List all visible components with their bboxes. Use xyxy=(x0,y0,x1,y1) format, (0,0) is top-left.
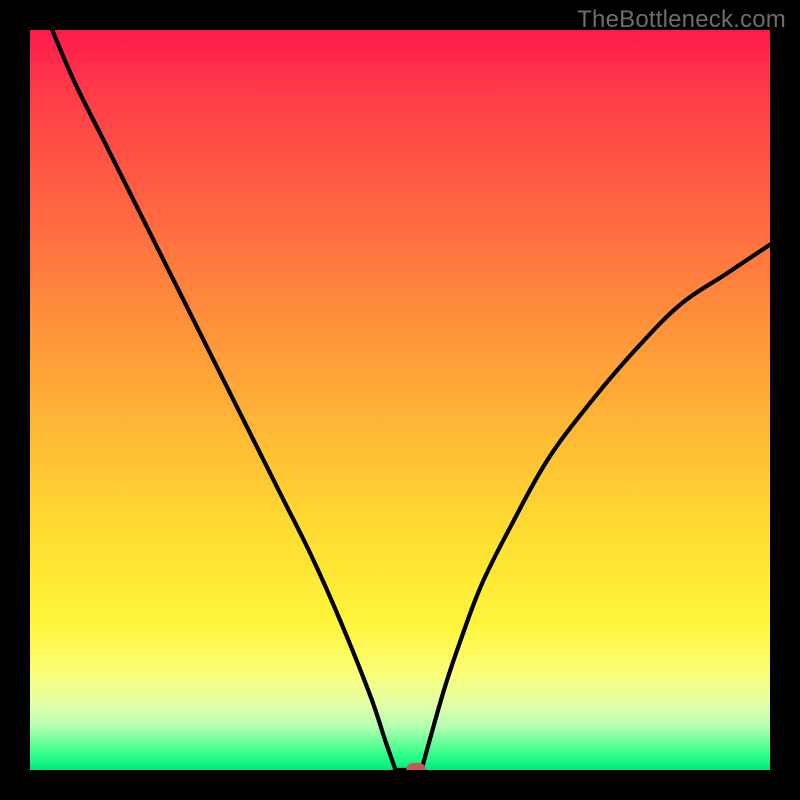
chart-frame: TheBottleneck.com xyxy=(0,0,800,800)
bottleneck-curve xyxy=(52,30,770,770)
optimum-marker xyxy=(406,763,426,770)
curve-svg xyxy=(30,30,770,770)
plot-area xyxy=(30,30,770,770)
